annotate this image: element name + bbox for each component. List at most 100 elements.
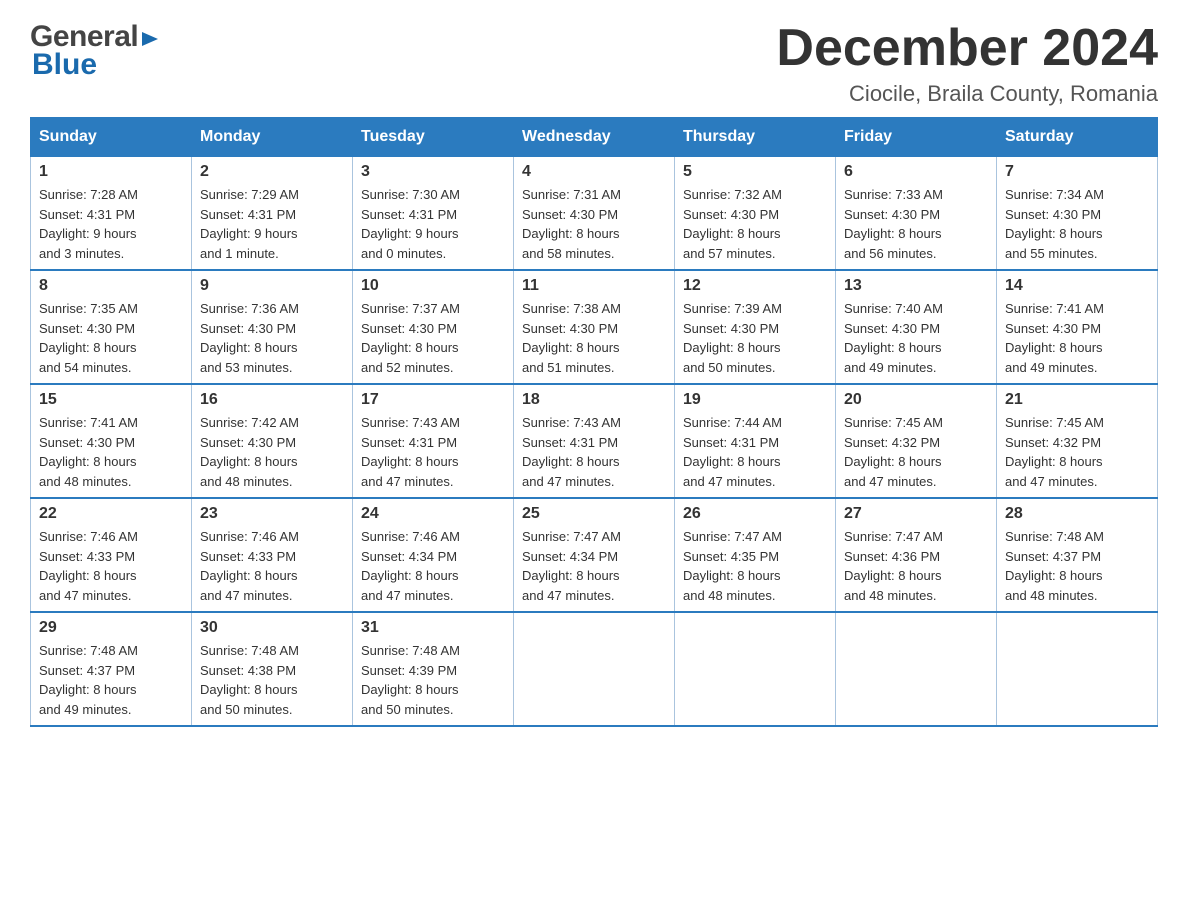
day-info: Sunrise: 7:36 AM Sunset: 4:30 PM Dayligh…	[200, 299, 344, 377]
day-cell: 8 Sunrise: 7:35 AM Sunset: 4:30 PM Dayli…	[31, 270, 192, 384]
day-number: 5	[683, 163, 827, 181]
day-cell: 12 Sunrise: 7:39 AM Sunset: 4:30 PM Dayl…	[675, 270, 836, 384]
day-number: 13	[844, 277, 988, 295]
day-cell: 6 Sunrise: 7:33 AM Sunset: 4:30 PM Dayli…	[836, 157, 997, 271]
day-number: 3	[361, 163, 505, 181]
day-info: Sunrise: 7:45 AM Sunset: 4:32 PM Dayligh…	[844, 413, 988, 491]
day-info: Sunrise: 7:43 AM Sunset: 4:31 PM Dayligh…	[522, 413, 666, 491]
location-text: Ciocile, Braila County, Romania	[776, 81, 1158, 107]
day-info: Sunrise: 7:48 AM Sunset: 4:37 PM Dayligh…	[39, 641, 183, 719]
month-title: December 2024	[776, 20, 1158, 77]
day-number: 22	[39, 505, 183, 523]
day-info: Sunrise: 7:45 AM Sunset: 4:32 PM Dayligh…	[1005, 413, 1149, 491]
day-info: Sunrise: 7:43 AM Sunset: 4:31 PM Dayligh…	[361, 413, 505, 491]
day-number: 29	[39, 619, 183, 637]
day-number: 24	[361, 505, 505, 523]
day-info: Sunrise: 7:46 AM Sunset: 4:34 PM Dayligh…	[361, 527, 505, 605]
day-number: 2	[200, 163, 344, 181]
day-number: 17	[361, 391, 505, 409]
day-cell: 2 Sunrise: 7:29 AM Sunset: 4:31 PM Dayli…	[192, 157, 353, 271]
day-info: Sunrise: 7:29 AM Sunset: 4:31 PM Dayligh…	[200, 185, 344, 263]
day-cell: 9 Sunrise: 7:36 AM Sunset: 4:30 PM Dayli…	[192, 270, 353, 384]
day-number: 8	[39, 277, 183, 295]
day-cell: 23 Sunrise: 7:46 AM Sunset: 4:33 PM Dayl…	[192, 498, 353, 612]
week-row-1: 1 Sunrise: 7:28 AM Sunset: 4:31 PM Dayli…	[31, 157, 1158, 271]
day-number: 21	[1005, 391, 1149, 409]
day-cell: 29 Sunrise: 7:48 AM Sunset: 4:37 PM Dayl…	[31, 612, 192, 726]
day-number: 11	[522, 277, 666, 295]
header-row: SundayMondayTuesdayWednesdayThursdayFrid…	[31, 118, 1158, 157]
day-cell: 5 Sunrise: 7:32 AM Sunset: 4:30 PM Dayli…	[675, 157, 836, 271]
day-info: Sunrise: 7:30 AM Sunset: 4:31 PM Dayligh…	[361, 185, 505, 263]
day-cell: 30 Sunrise: 7:48 AM Sunset: 4:38 PM Dayl…	[192, 612, 353, 726]
day-info: Sunrise: 7:32 AM Sunset: 4:30 PM Dayligh…	[683, 185, 827, 263]
column-header-tuesday: Tuesday	[353, 118, 514, 157]
week-row-5: 29 Sunrise: 7:48 AM Sunset: 4:37 PM Dayl…	[31, 612, 1158, 726]
day-number: 27	[844, 505, 988, 523]
column-header-saturday: Saturday	[997, 118, 1158, 157]
column-header-sunday: Sunday	[31, 118, 192, 157]
day-info: Sunrise: 7:40 AM Sunset: 4:30 PM Dayligh…	[844, 299, 988, 377]
day-cell: 16 Sunrise: 7:42 AM Sunset: 4:30 PM Dayl…	[192, 384, 353, 498]
day-number: 18	[522, 391, 666, 409]
day-number: 7	[1005, 163, 1149, 181]
page-header: General Blue December 2024 Ciocile, Brai…	[30, 20, 1158, 107]
day-number: 4	[522, 163, 666, 181]
day-cell: 3 Sunrise: 7:30 AM Sunset: 4:31 PM Dayli…	[353, 157, 514, 271]
day-cell: 25 Sunrise: 7:47 AM Sunset: 4:34 PM Dayl…	[514, 498, 675, 612]
column-header-monday: Monday	[192, 118, 353, 157]
day-cell: 24 Sunrise: 7:46 AM Sunset: 4:34 PM Dayl…	[353, 498, 514, 612]
day-cell: 14 Sunrise: 7:41 AM Sunset: 4:30 PM Dayl…	[997, 270, 1158, 384]
logo-blue-text: Blue	[32, 48, 97, 82]
day-cell: 28 Sunrise: 7:48 AM Sunset: 4:37 PM Dayl…	[997, 498, 1158, 612]
day-number: 15	[39, 391, 183, 409]
day-cell: 11 Sunrise: 7:38 AM Sunset: 4:30 PM Dayl…	[514, 270, 675, 384]
day-info: Sunrise: 7:42 AM Sunset: 4:30 PM Dayligh…	[200, 413, 344, 491]
column-header-wednesday: Wednesday	[514, 118, 675, 157]
day-number: 14	[1005, 277, 1149, 295]
day-number: 20	[844, 391, 988, 409]
day-info: Sunrise: 7:37 AM Sunset: 4:30 PM Dayligh…	[361, 299, 505, 377]
day-info: Sunrise: 7:38 AM Sunset: 4:30 PM Dayligh…	[522, 299, 666, 377]
day-cell: 7 Sunrise: 7:34 AM Sunset: 4:30 PM Dayli…	[997, 157, 1158, 271]
day-info: Sunrise: 7:33 AM Sunset: 4:30 PM Dayligh…	[844, 185, 988, 263]
day-number: 25	[522, 505, 666, 523]
day-cell: 31 Sunrise: 7:48 AM Sunset: 4:39 PM Dayl…	[353, 612, 514, 726]
day-number: 23	[200, 505, 344, 523]
week-row-3: 15 Sunrise: 7:41 AM Sunset: 4:30 PM Dayl…	[31, 384, 1158, 498]
day-info: Sunrise: 7:34 AM Sunset: 4:30 PM Dayligh…	[1005, 185, 1149, 263]
day-cell: 13 Sunrise: 7:40 AM Sunset: 4:30 PM Dayl…	[836, 270, 997, 384]
day-cell: 10 Sunrise: 7:37 AM Sunset: 4:30 PM Dayl…	[353, 270, 514, 384]
day-info: Sunrise: 7:39 AM Sunset: 4:30 PM Dayligh…	[683, 299, 827, 377]
day-cell: 15 Sunrise: 7:41 AM Sunset: 4:30 PM Dayl…	[31, 384, 192, 498]
calendar-table: SundayMondayTuesdayWednesdayThursdayFrid…	[30, 117, 1158, 727]
day-info: Sunrise: 7:46 AM Sunset: 4:33 PM Dayligh…	[200, 527, 344, 605]
day-cell: 4 Sunrise: 7:31 AM Sunset: 4:30 PM Dayli…	[514, 157, 675, 271]
day-cell: 26 Sunrise: 7:47 AM Sunset: 4:35 PM Dayl…	[675, 498, 836, 612]
day-cell: 1 Sunrise: 7:28 AM Sunset: 4:31 PM Dayli…	[31, 157, 192, 271]
column-header-friday: Friday	[836, 118, 997, 157]
day-cell: 22 Sunrise: 7:46 AM Sunset: 4:33 PM Dayl…	[31, 498, 192, 612]
day-number: 19	[683, 391, 827, 409]
day-info: Sunrise: 7:46 AM Sunset: 4:33 PM Dayligh…	[39, 527, 183, 605]
day-info: Sunrise: 7:47 AM Sunset: 4:35 PM Dayligh…	[683, 527, 827, 605]
day-cell: 19 Sunrise: 7:44 AM Sunset: 4:31 PM Dayl…	[675, 384, 836, 498]
day-info: Sunrise: 7:48 AM Sunset: 4:37 PM Dayligh…	[1005, 527, 1149, 605]
day-number: 6	[844, 163, 988, 181]
column-header-thursday: Thursday	[675, 118, 836, 157]
day-number: 10	[361, 277, 505, 295]
day-number: 12	[683, 277, 827, 295]
week-row-4: 22 Sunrise: 7:46 AM Sunset: 4:33 PM Dayl…	[31, 498, 1158, 612]
week-row-2: 8 Sunrise: 7:35 AM Sunset: 4:30 PM Dayli…	[31, 270, 1158, 384]
day-cell: 20 Sunrise: 7:45 AM Sunset: 4:32 PM Dayl…	[836, 384, 997, 498]
day-cell: 18 Sunrise: 7:43 AM Sunset: 4:31 PM Dayl…	[514, 384, 675, 498]
day-cell: 17 Sunrise: 7:43 AM Sunset: 4:31 PM Dayl…	[353, 384, 514, 498]
day-info: Sunrise: 7:47 AM Sunset: 4:36 PM Dayligh…	[844, 527, 988, 605]
logo-triangle-icon	[138, 28, 160, 50]
day-number: 1	[39, 163, 183, 181]
day-info: Sunrise: 7:44 AM Sunset: 4:31 PM Dayligh…	[683, 413, 827, 491]
day-number: 9	[200, 277, 344, 295]
day-info: Sunrise: 7:48 AM Sunset: 4:38 PM Dayligh…	[200, 641, 344, 719]
logo: General Blue	[30, 20, 160, 82]
day-info: Sunrise: 7:47 AM Sunset: 4:34 PM Dayligh…	[522, 527, 666, 605]
